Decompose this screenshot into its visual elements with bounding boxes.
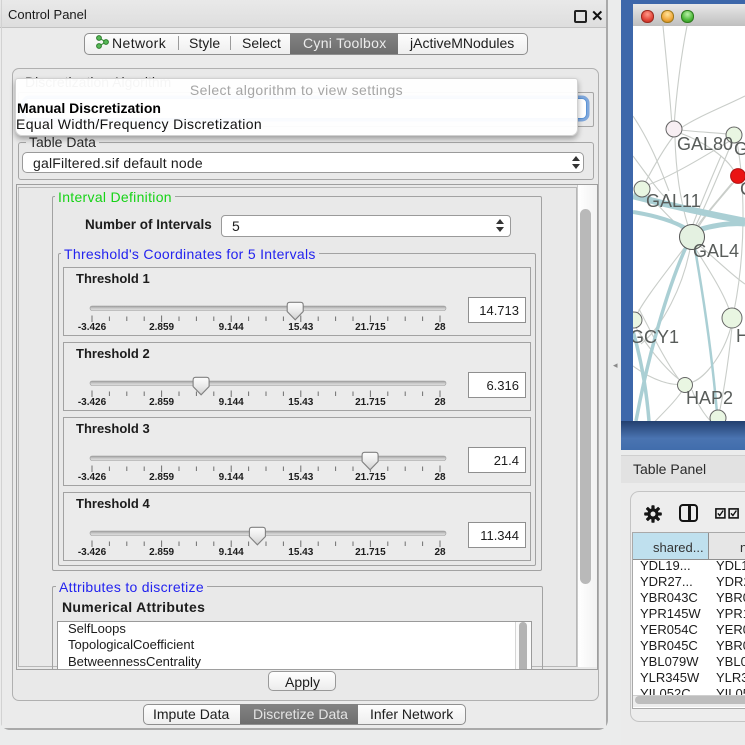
- svg-text:2.859: 2.859: [149, 322, 174, 333]
- svg-text:GCY1: GCY1: [633, 327, 679, 347]
- svg-text:15.43: 15.43: [288, 547, 313, 558]
- svg-text:2.859: 2.859: [149, 397, 174, 408]
- svg-text:GAL80: GAL80: [677, 134, 733, 154]
- svg-text:-3.426: -3.426: [78, 547, 107, 558]
- svg-text:2.859: 2.859: [149, 472, 174, 483]
- svg-text:28: 28: [434, 547, 446, 558]
- svg-text:-3.426: -3.426: [78, 397, 107, 408]
- svg-text:21.715: 21.715: [355, 472, 386, 483]
- svg-text:HAP2: HAP2: [686, 388, 733, 408]
- svg-text:-3.426: -3.426: [78, 472, 107, 483]
- svg-text:21.715: 21.715: [355, 547, 386, 558]
- svg-text:CD: CD: [740, 179, 745, 199]
- svg-text:9.144: 9.144: [219, 472, 244, 483]
- svg-text:28: 28: [434, 397, 446, 408]
- svg-text:15.43: 15.43: [288, 322, 313, 333]
- svg-text:GA: GA: [734, 139, 745, 159]
- svg-text:9.144: 9.144: [219, 547, 244, 558]
- svg-text:15.43: 15.43: [288, 397, 313, 408]
- svg-text:9.144: 9.144: [219, 397, 244, 408]
- svg-text:GAL11: GAL11: [646, 191, 701, 211]
- svg-text:-3.426: -3.426: [78, 322, 107, 333]
- svg-text:28: 28: [434, 322, 446, 333]
- svg-text:9.144: 9.144: [219, 322, 244, 333]
- svg-text:21.715: 21.715: [355, 322, 386, 333]
- svg-text:21.715: 21.715: [355, 397, 386, 408]
- svg-text:HI: HI: [736, 326, 745, 346]
- svg-text:28: 28: [434, 472, 446, 483]
- svg-text:GAL4: GAL4: [693, 241, 739, 261]
- svg-text:15.43: 15.43: [288, 472, 313, 483]
- svg-text:2.859: 2.859: [149, 547, 174, 558]
